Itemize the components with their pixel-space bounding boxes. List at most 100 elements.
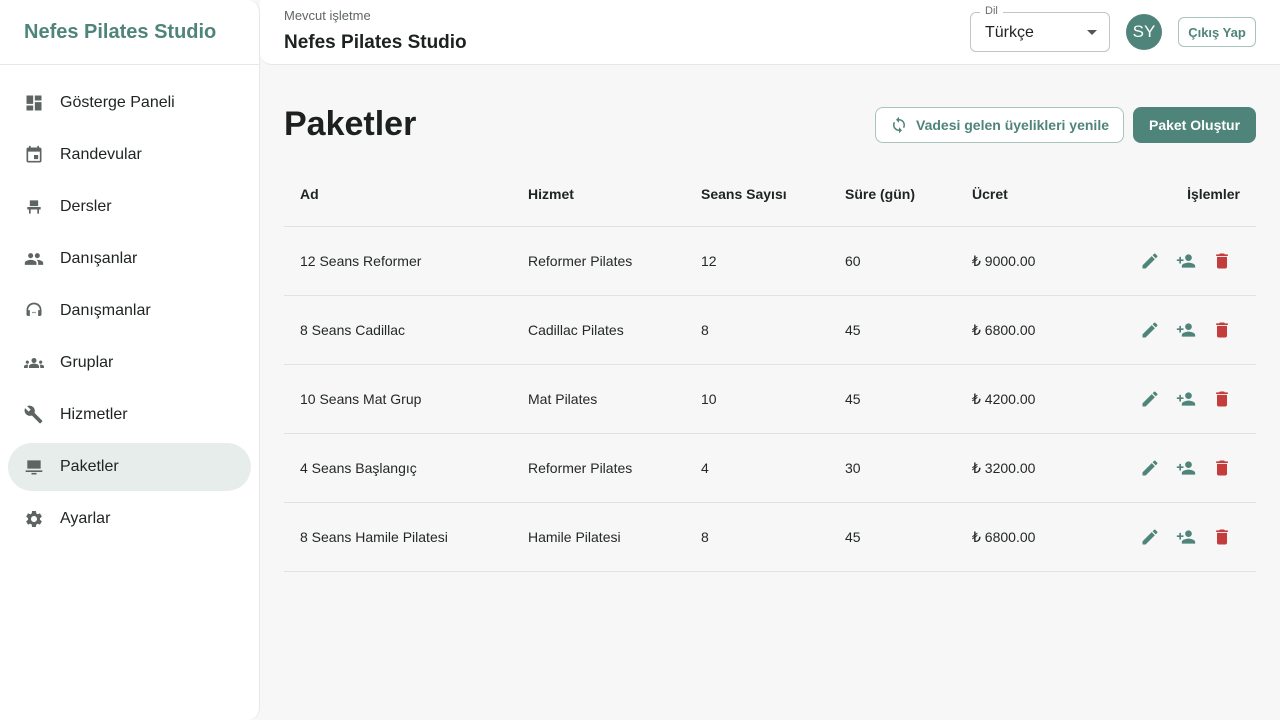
cell-name: 4 Seans Başlangıç (300, 460, 417, 476)
sidebar-item-packages[interactable]: Paketler (8, 443, 251, 491)
cell-price: ₺ 6800.00 (972, 321, 1036, 338)
add-person-icon[interactable] (1176, 458, 1196, 478)
sidebar-nav: Gösterge Paneli Randevular Dersler Danış… (0, 65, 259, 543)
cell-price: ₺ 3200.00 (972, 459, 1036, 476)
delete-icon[interactable] (1212, 458, 1232, 478)
sidebar-item-label: Gösterge Paneli (60, 94, 175, 111)
column-header-actions: İşlemler (1187, 186, 1240, 202)
cell-name: 12 Seans Reformer (300, 253, 422, 269)
top-bar: Mevcut işletme Nefes Pilates Studio Dil … (260, 0, 1280, 65)
cell-name: 10 Seans Mat Grup (300, 391, 422, 407)
language-select-value: Türkçe (985, 24, 1034, 41)
sidebar-item-services[interactable]: Hizmetler (8, 391, 251, 439)
row-actions (1140, 296, 1248, 364)
sidebar-item-label: Dersler (60, 198, 112, 215)
cell-sessions: 10 (701, 391, 717, 407)
cell-duration: 30 (845, 460, 861, 476)
sidebar-item-label: Hizmetler (60, 406, 128, 423)
cell-duration: 45 (845, 529, 861, 545)
table-row: 10 Seans Mat Grup Mat Pilates 10 45 ₺ 42… (284, 365, 1256, 434)
sidebar-item-consultants[interactable]: Danışmanlar (8, 287, 251, 335)
language-select[interactable]: Dil Türkçe (970, 5, 1110, 52)
table-row: 12 Seans Reformer Reformer Pilates 12 60… (284, 227, 1256, 296)
delete-icon[interactable] (1212, 527, 1232, 547)
add-person-icon[interactable] (1176, 320, 1196, 340)
cell-duration: 45 (845, 391, 861, 407)
groups-icon (24, 353, 44, 373)
cell-sessions: 4 (701, 460, 709, 476)
support-agent-icon (24, 301, 44, 321)
cell-service: Cadillac Pilates (528, 322, 624, 338)
add-person-icon[interactable] (1176, 389, 1196, 409)
edit-icon[interactable] (1140, 320, 1160, 340)
cell-sessions: 8 (701, 529, 709, 545)
column-header-duration: Süre (gün) (845, 186, 915, 202)
package-icon (24, 457, 44, 477)
column-header-price: Ücret (972, 186, 1008, 202)
refresh-icon (893, 116, 905, 134)
language-select-label: Dil (980, 5, 1003, 17)
table-row: 8 Seans Cadillac Cadillac Pilates 8 45 ₺… (284, 296, 1256, 365)
sidebar-item-label: Paketler (60, 458, 119, 475)
cell-name: 8 Seans Cadillac (300, 322, 406, 338)
row-actions (1140, 503, 1248, 571)
row-actions (1140, 365, 1248, 433)
caret-down-icon (1087, 30, 1097, 35)
avatar[interactable]: SY (1126, 14, 1162, 50)
sidebar-item-classes[interactable]: Dersler (8, 183, 251, 231)
logout-button[interactable]: Çıkış Yap (1178, 17, 1256, 47)
table-row: 8 Seans Hamile Pilatesi Hamile Pilatesi … (284, 503, 1256, 572)
brand-title: Nefes Pilates Studio (0, 0, 259, 65)
current-business-name: Nefes Pilates Studio (284, 32, 467, 53)
sidebar-item-clients[interactable]: Danışanlar (8, 235, 251, 283)
calendar-icon (24, 145, 44, 165)
page-title: Paketler (284, 105, 417, 143)
sidebar-item-label: Ayarlar (60, 510, 111, 527)
reformer-icon (24, 197, 44, 217)
cell-duration: 60 (845, 253, 861, 269)
cell-price: ₺ 9000.00 (972, 252, 1036, 269)
sidebar-item-label: Gruplar (60, 354, 114, 371)
create-package-button[interactable]: Paket Oluştur (1133, 107, 1256, 143)
renew-memberships-button[interactable]: Vadesi gelen üyelikleri yenile (875, 107, 1124, 143)
cell-service: Hamile Pilatesi (528, 529, 621, 545)
sidebar-item-label: Danışmanlar (60, 302, 151, 319)
cell-service: Reformer Pilates (528, 253, 633, 269)
column-header-sessions: Seans Sayısı (701, 186, 787, 202)
sidebar-item-label: Danışanlar (60, 250, 138, 267)
sidebar-item-groups[interactable]: Gruplar (8, 339, 251, 387)
add-person-icon[interactable] (1176, 251, 1196, 271)
delete-icon[interactable] (1212, 251, 1232, 271)
edit-icon[interactable] (1140, 251, 1160, 271)
column-header-name: Ad (300, 186, 319, 202)
cell-service: Reformer Pilates (528, 460, 633, 476)
column-header-service: Hizmet (528, 186, 574, 202)
edit-icon[interactable] (1140, 389, 1160, 409)
cell-service: Mat Pilates (528, 391, 598, 407)
current-business-caption: Mevcut işletme (284, 8, 371, 23)
edit-icon[interactable] (1140, 458, 1160, 478)
delete-icon[interactable] (1212, 320, 1232, 340)
cell-price: ₺ 4200.00 (972, 390, 1036, 407)
table-row: 4 Seans Başlangıç Reformer Pilates 4 30 … (284, 434, 1256, 503)
table-header: Ad Hizmet Seans Sayısı Süre (gün) Ücret … (284, 162, 1256, 227)
people-icon (24, 249, 44, 269)
tools-icon (24, 405, 44, 425)
sidebar-item-label: Randevular (60, 146, 142, 163)
sidebar: Nefes Pilates Studio Gösterge Paneli Ran… (0, 0, 260, 720)
row-actions (1140, 227, 1248, 295)
packages-table: Ad Hizmet Seans Sayısı Süre (gün) Ücret … (284, 162, 1256, 572)
sidebar-item-appointments[interactable]: Randevular (8, 131, 251, 179)
edit-icon[interactable] (1140, 527, 1160, 547)
renew-memberships-label: Vadesi gelen üyelikleri yenile (916, 117, 1109, 133)
cell-sessions: 12 (701, 253, 717, 269)
cell-sessions: 8 (701, 322, 709, 338)
gear-icon (24, 509, 44, 529)
delete-icon[interactable] (1212, 389, 1232, 409)
cell-price: ₺ 6800.00 (972, 528, 1036, 545)
sidebar-item-dashboard[interactable]: Gösterge Paneli (8, 79, 251, 127)
dashboard-icon (24, 93, 44, 113)
add-person-icon[interactable] (1176, 527, 1196, 547)
row-actions (1140, 434, 1248, 502)
sidebar-item-settings[interactable]: Ayarlar (8, 495, 251, 543)
